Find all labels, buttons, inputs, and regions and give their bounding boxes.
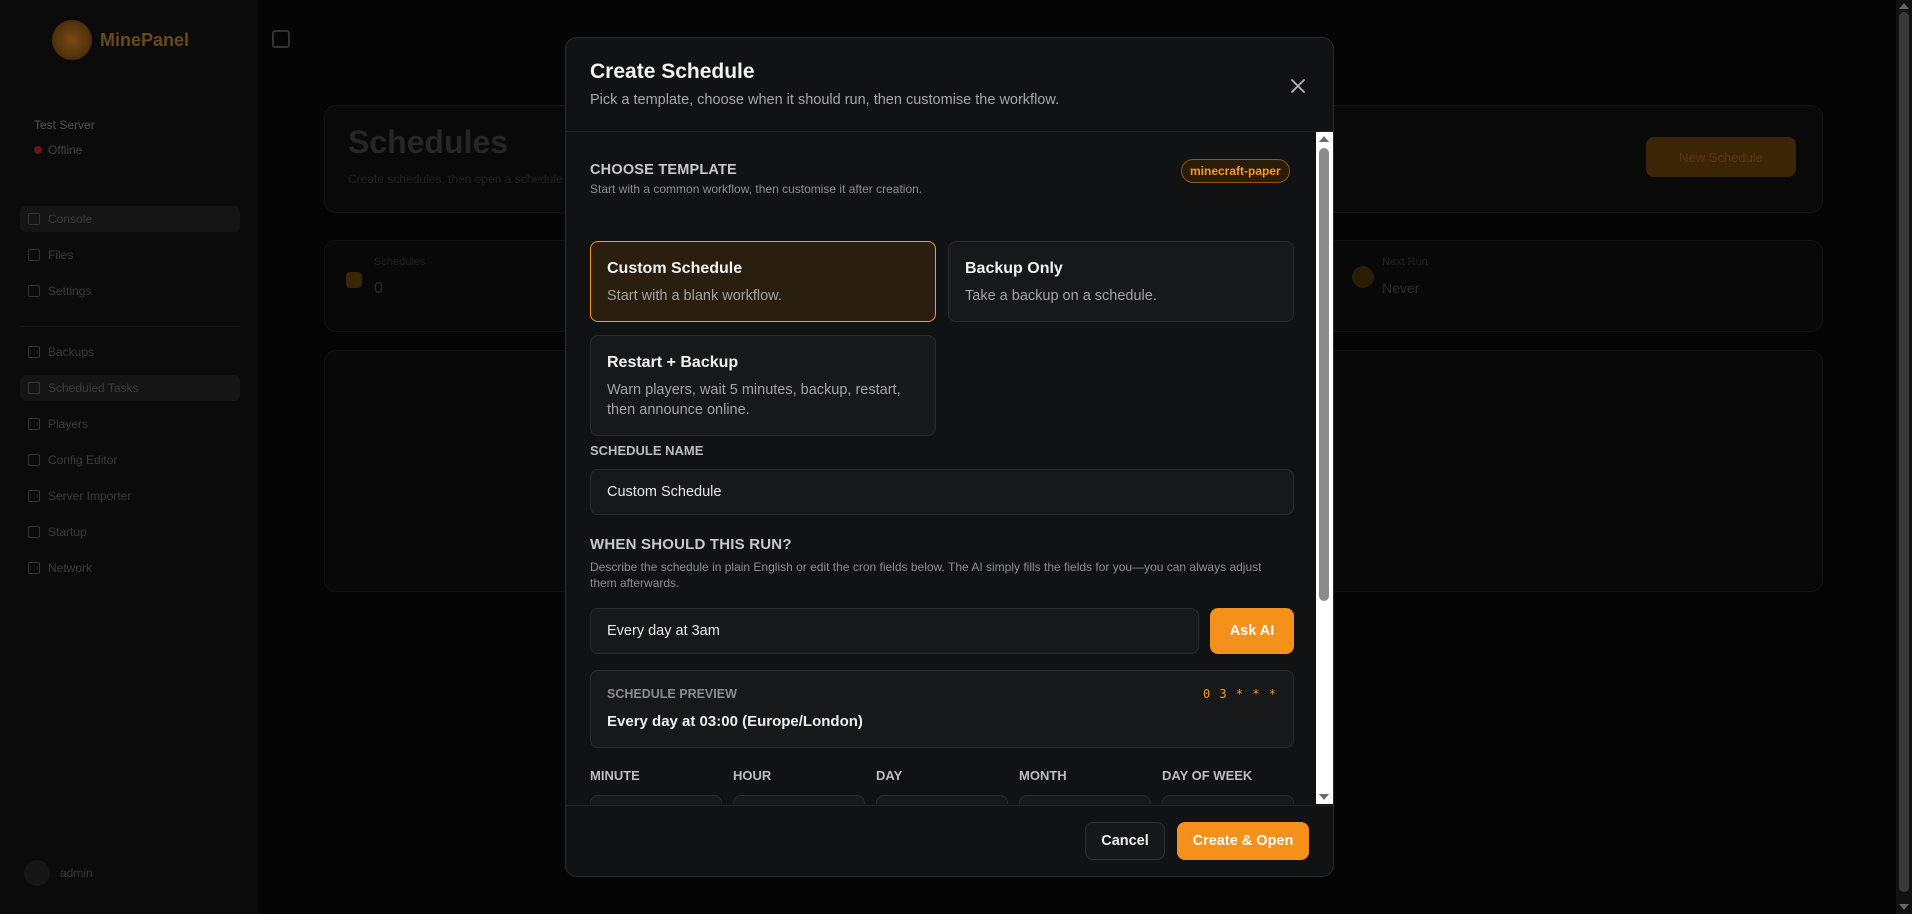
dialog-title: Create Schedule [590,60,755,83]
hour-input[interactable] [733,795,865,804]
status-dot-icon [34,146,42,154]
schedule-preview: SCHEDULE PREVIEW 0 3 * * * Every day at … [590,670,1294,748]
stat-label: Schedules [374,256,426,268]
logo: MinePanel [52,20,189,60]
calendar-icon [28,382,40,394]
ask-ai-button[interactable]: Ask AI [1210,608,1294,654]
sidebar-item-network[interactable]: Network [20,555,240,581]
when-section-title: WHEN SHOULD THIS RUN? [590,536,792,553]
template-name: Backup Only [965,260,1063,277]
network-icon [28,562,40,574]
sidebar-item-players[interactable]: Players [20,411,240,437]
template-card-custom-schedule[interactable]: Custom Schedule Start with a blank workf… [590,241,936,322]
config-icon [28,454,40,466]
startup-icon [28,526,40,538]
scroll-down-icon[interactable] [1899,904,1909,910]
clock-icon [1352,266,1374,288]
new-schedule-button[interactable]: New Schedule [1646,137,1796,177]
close-icon [1291,79,1305,93]
sidebar-item-server-importer[interactable]: Server Importer [20,483,240,509]
schedule-name-label: SCHEDULE NAME [590,443,704,458]
console-icon [28,213,40,225]
dialog-scrollbar-thumb[interactable] [1319,148,1329,601]
preview-text: Every day at 03:00 (Europe/London) [607,713,863,730]
minute-label: MINUTE [590,768,640,783]
players-icon [28,418,40,430]
sidebar-item-scheduled-tasks[interactable]: Scheduled Tasks [20,375,240,401]
user-bar[interactable]: admin [24,860,93,886]
nav-divider [20,314,240,327]
dialog-header: Create Schedule Pick a template, choose … [566,38,1333,132]
scroll-up-icon[interactable] [1319,136,1329,142]
day-of-week-input[interactable] [1162,795,1294,804]
template-section-subtitle: Start with a common workflow, then custo… [590,182,923,196]
template-name: Custom Schedule [607,260,743,277]
user-name: admin [60,866,93,880]
sidebar-item-files[interactable]: Files [20,242,240,268]
dialog-footer: Cancel Create & Open [566,805,1333,876]
sidebar-item-config-editor[interactable]: Config Editor [20,447,240,473]
server-status-text: Offline [48,143,83,157]
schedule-icon [346,272,362,288]
preview-cron-expression: 0 3 * * * [1202,687,1277,701]
settings-icon [28,285,40,297]
hour-label: HOUR [733,768,772,783]
server-name: Test Server [34,118,95,132]
page-title: Schedules [348,124,509,160]
preview-label: SCHEDULE PREVIEW [607,687,737,701]
template-name: Restart + Backup [607,354,739,371]
page-scrollbar-thumb[interactable] [1899,12,1909,892]
avatar [24,860,50,886]
scroll-up-icon[interactable] [1899,3,1909,9]
sidebar-item-console[interactable]: Console [20,206,240,232]
template-card-restart-backup[interactable]: Restart + Backup Warn players, wait 5 mi… [590,335,936,436]
create-schedule-dialog: Create Schedule Pick a template, choose … [565,37,1334,877]
month-input[interactable] [1019,795,1151,804]
minute-input[interactable] [590,795,722,804]
scroll-down-icon[interactable] [1319,794,1329,800]
template-section-title: CHOOSE TEMPLATE [590,162,737,178]
dialog-body[interactable]: CHOOSE TEMPLATE Start with a common work… [566,132,1316,804]
logo-icon [52,20,92,60]
sidebar-nav: Console Files Settings Backups Scheduled… [20,206,240,591]
server-type-badge: minecraft-paper [1181,159,1290,183]
backups-icon [28,346,40,358]
dialog-scrollbar[interactable] [1316,132,1333,804]
month-label: MONTH [1019,768,1067,783]
day-input[interactable] [876,795,1008,804]
template-description: Take a backup on a schedule. [965,288,1157,304]
template-description: Warn players, wait 5 minutes, backup, re… [607,382,901,418]
template-card-backup-only[interactable]: Backup Only Take a backup on a schedule. [948,241,1294,322]
cancel-button[interactable]: Cancel [1085,822,1165,860]
day-of-week-label: DAY OF WEEK [1162,768,1253,783]
sidebar-item-settings[interactable]: Settings [20,278,240,304]
schedule-prompt-input[interactable] [590,608,1199,654]
sidebar-toggle-icon[interactable] [272,30,290,48]
schedule-name-input[interactable] [590,469,1294,515]
stat-value-next-run: Never [1382,280,1420,296]
sidebar: MinePanel Test Server Offline Console Fi… [0,0,258,914]
create-and-open-button[interactable]: Create & Open [1177,822,1309,860]
stat-value: 0 [374,280,383,297]
stat-label-next-run: Next Run [1382,256,1428,268]
sidebar-item-startup[interactable]: Startup [20,519,240,545]
dialog-subtitle: Pick a template, choose when it should r… [590,92,1060,108]
when-section-description: Describe the schedule in plain English o… [590,560,1262,590]
files-icon [28,249,40,261]
import-icon [28,490,40,502]
server-status: Offline [34,143,82,157]
day-label: DAY [876,768,903,783]
sidebar-item-backups[interactable]: Backups [20,339,240,365]
template-description: Start with a blank workflow. [607,288,782,304]
app-name: MinePanel [100,29,190,50]
close-button[interactable] [1286,74,1310,98]
